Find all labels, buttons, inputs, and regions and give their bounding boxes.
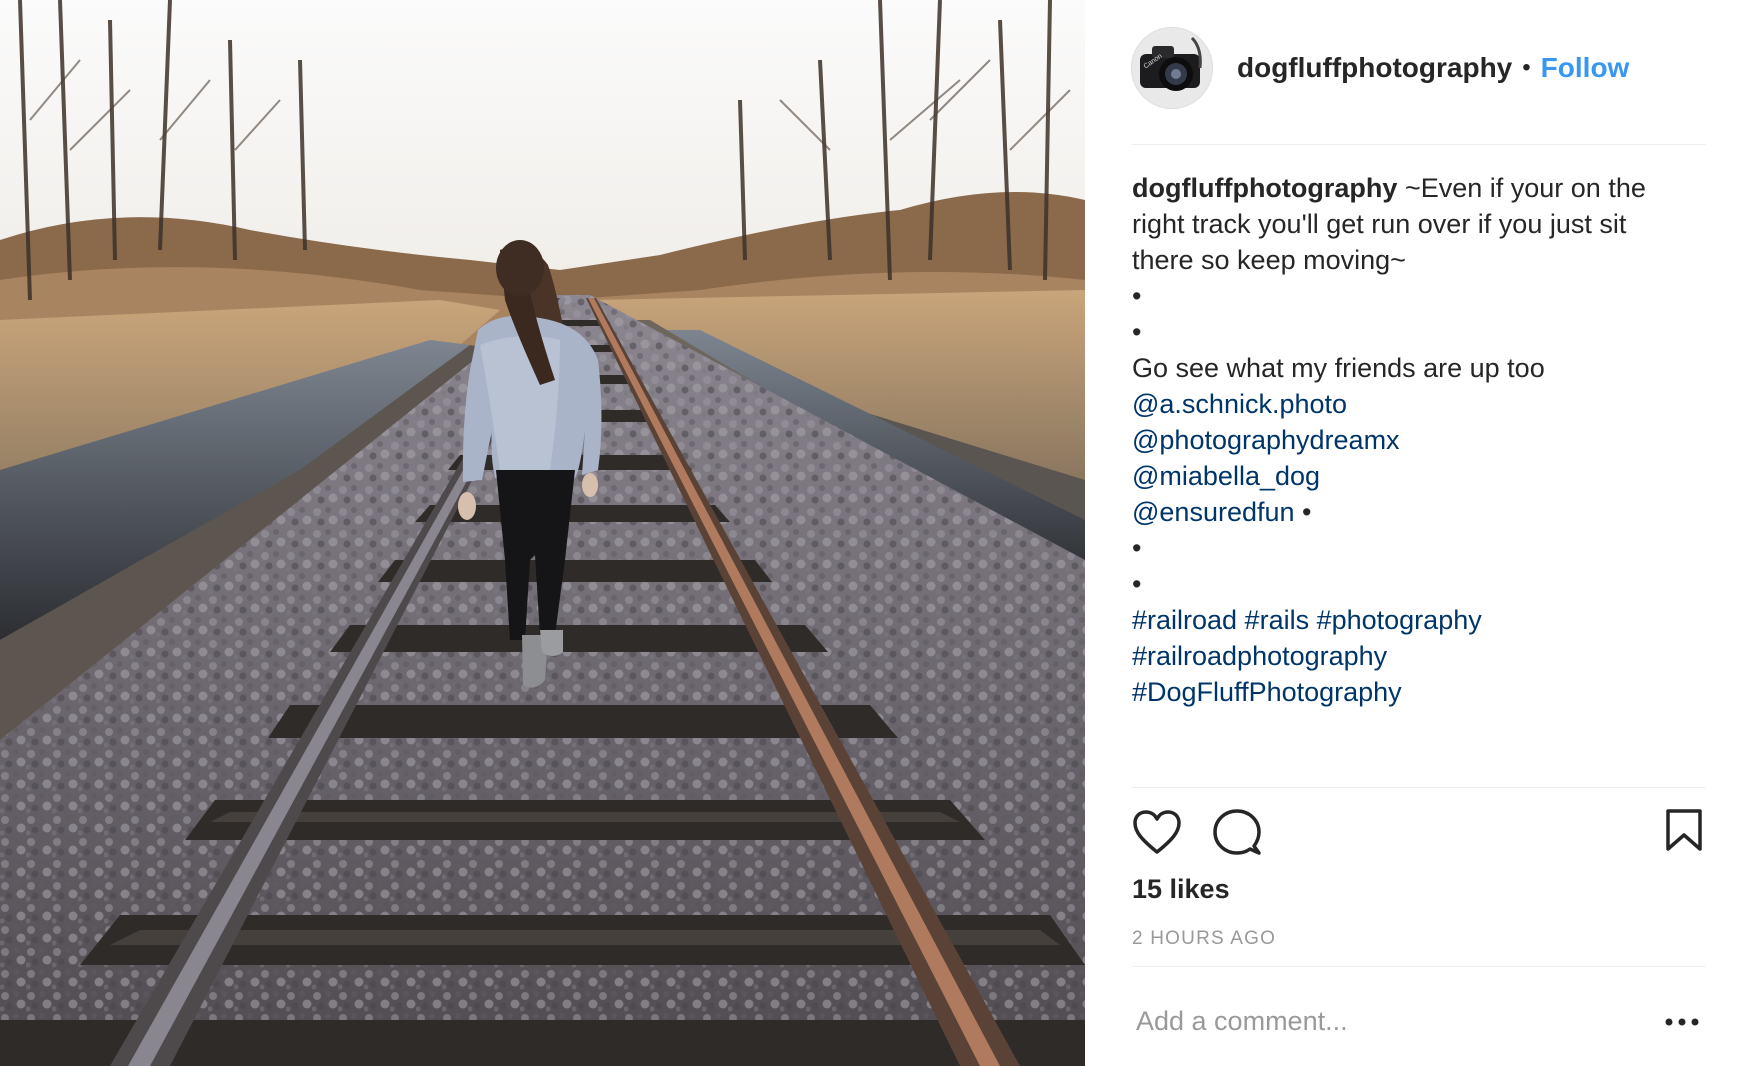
caption-line: Go see what my friends are up too (1132, 353, 1545, 383)
post-actions (1132, 808, 1706, 858)
save-button[interactable] (1664, 808, 1714, 858)
hashtag-link[interactable]: #railroad #rails #photography (1132, 605, 1482, 635)
more-options-icon (1665, 1018, 1699, 1026)
post-sidebar: Canon dogfluffphotography • Follow dogfl… (1132, 0, 1706, 1066)
caption-line: right track you'll get run over if you j… (1132, 209, 1627, 239)
caption-bullet: • (1132, 317, 1142, 347)
caption-username[interactable]: dogfluffphotography (1132, 173, 1397, 203)
hashtag-link[interactable]: #railroadphotography (1132, 641, 1387, 671)
bookmark-icon (1666, 809, 1702, 851)
author-avatar[interactable]: Canon (1132, 28, 1212, 108)
mention-link[interactable]: @a.schnick.photo (1132, 389, 1347, 419)
post-header: Canon dogfluffphotography • Follow (1132, 28, 1706, 108)
header-divider (1132, 144, 1706, 145)
caption-bullet: • (1132, 569, 1142, 599)
likes-count[interactable]: 15 likes (1132, 874, 1230, 905)
comment-divider (1132, 966, 1706, 967)
railroad-photo-image (0, 0, 1085, 1066)
mention-link[interactable]: @ensuredfun (1132, 497, 1295, 527)
more-options-button[interactable] (1662, 1010, 1702, 1034)
caption-bullet: • (1132, 533, 1142, 563)
caption-divider (1132, 787, 1706, 788)
caption-text: ~Even if your on the (1404, 173, 1646, 203)
caption-line-1: dogfluffphotography ~Even if your on the (1132, 170, 1706, 206)
post-caption: dogfluffphotography ~Even if your on the… (1132, 170, 1706, 710)
follow-button[interactable]: Follow (1541, 52, 1630, 84)
header-separator: • (1522, 54, 1531, 81)
post-photo[interactable] (0, 0, 1085, 1066)
hashtag-link[interactable]: #DogFluffPhotography (1132, 677, 1402, 707)
post-timestamp[interactable]: 2 HOURS AGO (1132, 928, 1276, 950)
caption-bullet: • (1132, 281, 1142, 311)
camera-avatar-icon: Canon (1132, 28, 1212, 108)
comment-button[interactable] (1212, 808, 1262, 858)
comment-icon (1213, 809, 1261, 855)
add-comment-input[interactable] (1132, 998, 1636, 1044)
like-button[interactable] (1132, 808, 1182, 858)
mention-suffix: • (1294, 497, 1312, 527)
author-username[interactable]: dogfluffphotography (1237, 52, 1512, 84)
mention-link[interactable]: @miabella_dog (1132, 461, 1320, 491)
heart-icon (1133, 810, 1181, 854)
mention-link[interactable]: @photographydreamx (1132, 425, 1400, 455)
caption-line: there so keep moving~ (1132, 245, 1406, 275)
